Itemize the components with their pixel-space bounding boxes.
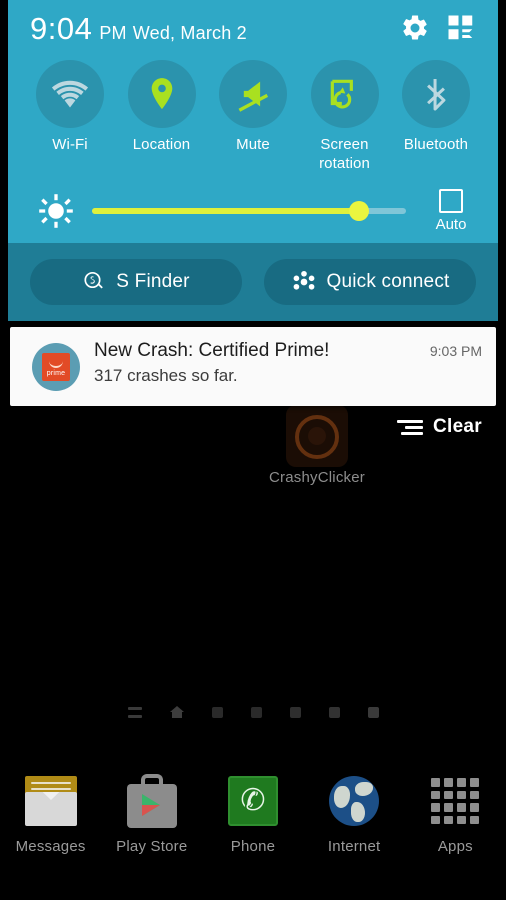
clock-ampm: PM: [99, 22, 127, 43]
clear-all-button[interactable]: Clear: [396, 416, 482, 438]
toggle-mute[interactable]: Mute: [209, 60, 297, 173]
globe-icon[interactable]: [325, 772, 383, 830]
dock-item-play-store[interactable]: Play Store: [102, 772, 202, 855]
page-dot[interactable]: [289, 706, 301, 718]
quick-connect-icon: [293, 270, 314, 290]
dock-label: Messages: [15, 838, 86, 855]
prime-app-icon: prime: [32, 343, 80, 391]
page-dot[interactable]: [211, 706, 223, 718]
clear-all-icon: [396, 419, 423, 435]
toggle-label: Screen rotation: [319, 136, 370, 172]
screen-rotation-icon: [330, 79, 353, 109]
clear-row: Clear: [10, 406, 496, 438]
page-dot[interactable]: [367, 706, 379, 718]
quick-settings-grid-icon: [448, 15, 473, 40]
toggle-mute-circle[interactable]: [219, 60, 287, 128]
mute-icon: [238, 81, 269, 112]
wifi-icon: [51, 80, 89, 108]
brightness-row: Auto: [8, 179, 498, 243]
toggle-label: Bluetooth: [403, 136, 469, 153]
toggle-label: Mute: [236, 136, 270, 153]
bluetooth-icon: [427, 78, 446, 111]
toggle-wifi-circle[interactable]: [36, 60, 104, 128]
phone-handset-icon[interactable]: ✆: [224, 772, 282, 830]
homescreen-app-label: CrashyClicker: [269, 469, 365, 486]
prime-badge-text: prime: [46, 370, 66, 377]
quick-settings-panel: 9:04 PM Wed, March 2 Wi-Fi Location Mute…: [8, 0, 498, 321]
dock: Messages Play Store ✆ Phone Internet App…: [0, 766, 506, 886]
notification-list: prime New Crash: Certified Prime! 9:03 P…: [8, 321, 498, 438]
dock-item-internet[interactable]: Internet: [304, 772, 404, 855]
clock-time: 9:04: [30, 10, 93, 46]
notification-header-row: New Crash: Certified Prime! 9:03 PM: [94, 340, 482, 362]
shade-header: 9:04 PM Wed, March 2: [8, 0, 498, 56]
toggle-label: Wi-Fi: [52, 136, 88, 153]
quick-connect-label: Quick connect: [326, 271, 450, 292]
toggle-label: Location: [132, 136, 191, 153]
page-dot[interactable]: [250, 706, 262, 718]
quick-settings-action-bar: S Finder Quick connect: [8, 243, 498, 321]
pages-list-icon[interactable]: [127, 706, 142, 718]
envelope-icon[interactable]: [22, 772, 80, 830]
toggle-bluetooth-circle[interactable]: [402, 60, 470, 128]
page-indicator: [0, 706, 506, 718]
brightness-slider-thumb[interactable]: [348, 201, 369, 221]
s-finder-search-icon: [84, 271, 104, 289]
brightness-slider-fill: [92, 208, 359, 214]
auto-brightness-checkbox[interactable]: [439, 189, 463, 213]
dock-label: Apps: [437, 838, 473, 855]
settings-button[interactable]: [392, 5, 438, 51]
gear-icon: [403, 15, 427, 40]
toggle-screen-rotation-circle[interactable]: [310, 60, 379, 128]
dock-item-phone[interactable]: ✆ Phone: [203, 772, 303, 855]
android-home-screen-with-notification-shade: CrashyClicker Messages Play Store ✆ Phon…: [0, 0, 506, 900]
toggle-location-circle[interactable]: [127, 60, 196, 128]
clock-and-date: 9:04 PM Wed, March 2: [30, 13, 392, 44]
location-pin-icon: [151, 78, 172, 110]
home-page-icon[interactable]: [169, 706, 184, 718]
smile-arc-icon: [49, 358, 63, 368]
edit-quick-settings-button[interactable]: [438, 5, 484, 51]
play-store-icon[interactable]: [123, 772, 181, 830]
quick-settings-toggles: Wi-Fi Location Mute Screen rotation Blue…: [8, 56, 498, 179]
page-dot[interactable]: [328, 706, 340, 718]
dock-item-apps[interactable]: Apps: [405, 772, 505, 855]
toggle-screen-rotation[interactable]: Screen rotation: [301, 60, 389, 173]
notification-time: 9:03 PM: [429, 343, 482, 359]
dock-label: Internet: [327, 838, 381, 855]
toggle-wifi[interactable]: Wi-Fi: [26, 60, 114, 173]
notification-text: 317 crashes so far.: [94, 366, 238, 385]
prime-badge: prime: [42, 353, 70, 381]
notification-title: New Crash: Certified Prime!: [94, 340, 330, 361]
clock-date: Wed, March 2: [132, 22, 247, 43]
clear-label: Clear: [432, 416, 482, 437]
s-finder-label: S Finder: [116, 271, 190, 292]
brightness-slider[interactable]: [92, 193, 406, 229]
dock-label: Play Store: [116, 838, 188, 855]
notification-body: New Crash: Certified Prime! 9:03 PM 317 …: [94, 340, 482, 386]
quick-connect-button[interactable]: Quick connect: [264, 259, 476, 305]
brightness-sun-icon: [38, 193, 74, 229]
notification-item[interactable]: prime New Crash: Certified Prime! 9:03 P…: [10, 327, 496, 406]
dock-label: Phone: [230, 838, 276, 855]
notification-shade: 9:04 PM Wed, March 2 Wi-Fi Location Mute…: [8, 0, 498, 438]
auto-brightness-toggle[interactable]: Auto: [420, 189, 482, 233]
toggle-bluetooth[interactable]: Bluetooth: [392, 60, 480, 173]
apps-grid-icon[interactable]: [426, 772, 484, 830]
toggle-location[interactable]: Location: [118, 60, 206, 173]
dock-item-messages[interactable]: Messages: [1, 772, 101, 855]
s-finder-button[interactable]: S Finder: [30, 259, 242, 305]
auto-brightness-label: Auto: [435, 216, 467, 233]
